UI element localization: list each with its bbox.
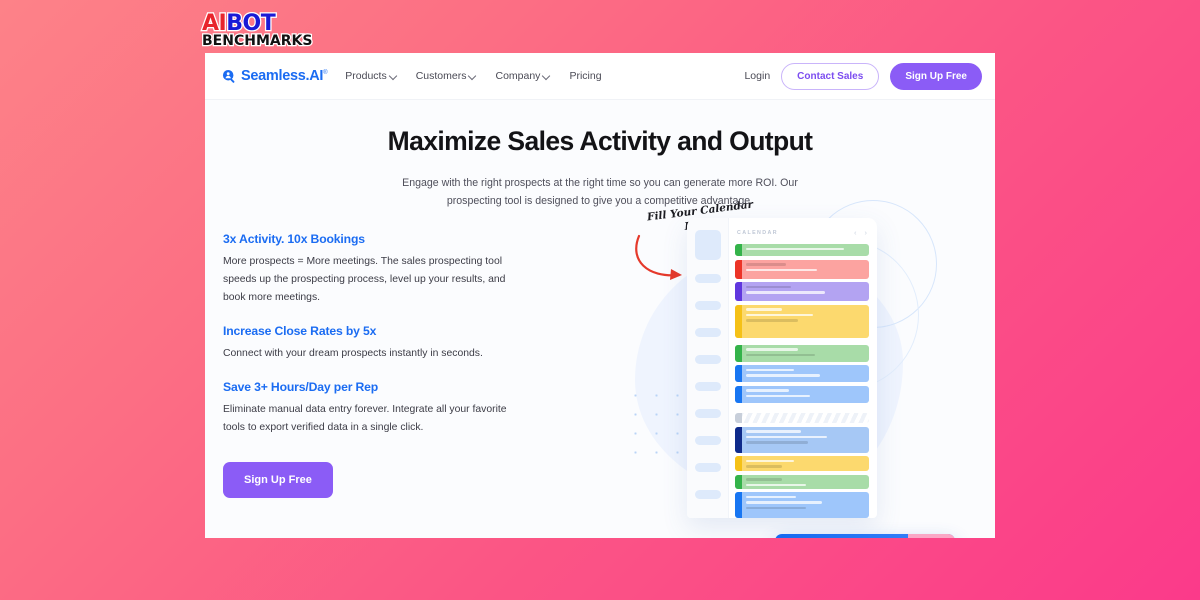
feature-item: Increase Close Rates by 5x Connect with … [223, 324, 535, 363]
event-body [742, 386, 869, 403]
feature-list: 3x Activity. 10x Bookings More prospects… [205, 232, 535, 498]
registered-mark: ® [323, 70, 328, 77]
calendar-event[interactable] [735, 426, 869, 453]
event-color-bar [735, 385, 742, 403]
feature-heading: Increase Close Rates by 5x [223, 324, 377, 339]
calendar-event[interactable] [735, 474, 869, 489]
event-body [742, 345, 869, 362]
site-navbar: Seamless.AI® Products Customers Company … [205, 53, 995, 100]
event-color-bar [735, 412, 742, 423]
feature-heading: 3x Activity. 10x Bookings [223, 232, 365, 247]
event-color-bar [735, 456, 742, 472]
rail-placeholder [694, 230, 721, 261]
event-body [742, 475, 869, 489]
calendar-event-placeholder[interactable] [735, 412, 869, 423]
contact-sales-button[interactable]: Contact Sales [781, 62, 880, 90]
watermark-benchmarks-text: BENCHMARKS [201, 33, 314, 50]
calendar-main: CALENDAR ‹ › [729, 218, 877, 519]
webpage-panel: Seamless.AI® Products Customers Company … [205, 53, 995, 538]
calendar-illustration: Fill Your Calendar FAST! [623, 196, 995, 538]
event-color-bar [735, 244, 742, 257]
rail-placeholder [694, 463, 721, 473]
nav-item-products[interactable]: Products [345, 70, 395, 82]
event-color-bar [735, 492, 742, 519]
calendar-device: CALENDAR ‹ › [687, 218, 877, 519]
event-color-bar [735, 344, 742, 362]
event-body [742, 456, 869, 471]
chevron-left-icon[interactable]: ‹ [854, 228, 857, 237]
aibot-benchmarks-watermark: AIBOT BENCHMARKS [201, 11, 314, 50]
feature-body: Connect with your dream prospects instan… [223, 348, 483, 360]
event-color-bar [735, 282, 742, 302]
calendar-header: CALENDAR ‹ › [735, 226, 869, 237]
watermark-row-top: AIBOT [201, 11, 312, 36]
event-color-bar [735, 304, 742, 338]
event-body [742, 365, 869, 382]
nav-actions: Login Contact Sales Sign Up Free [744, 62, 982, 90]
magnifier-person-icon [222, 69, 237, 84]
feature-item: Save 3+ Hours/Day per Rep Eliminate manu… [223, 380, 535, 437]
signup-free-nav-button[interactable]: Sign Up Free [890, 62, 982, 90]
calendar-event[interactable] [735, 456, 869, 472]
hero-section: Maximize Sales Activity and Output Engag… [205, 100, 995, 210]
event-color-bar [735, 426, 742, 453]
event-color-bar [735, 474, 742, 489]
calendar-event[interactable] [735, 259, 869, 279]
brand-name: Seamless.AI® [241, 68, 328, 84]
login-link[interactable]: Login [744, 70, 770, 82]
meeting-popup-card[interactable]: 1:00 pm | 45 min Meeting with Pulse Bot … [775, 534, 955, 538]
event-body [742, 413, 869, 423]
calendar-event[interactable] [735, 304, 869, 338]
event-body [742, 492, 869, 518]
rail-placeholder [694, 328, 721, 338]
calendar-sidebar-rail [687, 218, 729, 519]
page-title: Maximize Sales Activity and Output [387, 126, 813, 156]
avatar [908, 534, 955, 538]
hero-subtitle: Engage with the right prospects at the r… [402, 176, 798, 207]
calendar-event[interactable] [735, 492, 869, 519]
nav-item-company[interactable]: Company [495, 70, 549, 82]
seamless-ai-logo[interactable]: Seamless.AI® [222, 68, 328, 84]
event-body [742, 305, 869, 338]
rail-placeholder [694, 355, 721, 365]
primary-nav: Products Customers Company Pricing [345, 70, 601, 82]
calendar-event[interactable] [735, 244, 869, 257]
calendar-event[interactable] [735, 344, 869, 362]
rail-placeholder [694, 301, 721, 311]
chevron-down-icon [543, 73, 549, 79]
rail-placeholder [694, 409, 721, 419]
rail-placeholder [694, 490, 721, 500]
chevron-down-icon [469, 73, 475, 79]
feature-item: 3x Activity. 10x Bookings More prospects… [223, 232, 535, 307]
content-area: 3x Activity. 10x Bookings More prospects… [205, 199, 995, 538]
event-color-bar [735, 259, 742, 279]
signup-free-cta-button[interactable]: Sign Up Free [223, 461, 333, 498]
event-color-bar [735, 365, 742, 383]
chevron-down-icon [390, 73, 396, 79]
nav-item-customers[interactable]: Customers [416, 70, 476, 82]
calendar-event[interactable] [735, 365, 869, 383]
event-body [742, 244, 869, 256]
nav-item-pricing-label: Pricing [569, 70, 602, 82]
chevron-right-icon[interactable]: › [865, 228, 868, 237]
nav-item-pricing[interactable]: Pricing [569, 70, 601, 82]
nav-item-company-label: Company [495, 70, 541, 82]
event-body [742, 260, 869, 279]
calendar-title: CALENDAR [737, 229, 778, 236]
feature-heading: Save 3+ Hours/Day per Rep [223, 379, 379, 394]
calendar-event[interactable] [735, 282, 869, 302]
event-body [742, 427, 869, 453]
rail-placeholder [694, 382, 721, 392]
rail-placeholder [694, 436, 721, 446]
event-body [742, 282, 869, 301]
calendar-event[interactable] [735, 385, 869, 403]
feature-body: More prospects = More meetings. The sale… [223, 256, 506, 304]
meeting-card-body: 1:00 pm | 45 min Meeting with Pulse Bot … [775, 534, 908, 538]
nav-item-products-label: Products [345, 70, 387, 82]
calendar-nav: ‹ › [854, 228, 867, 237]
rail-placeholder [694, 274, 721, 284]
feature-body: Eliminate manual data entry forever. Int… [223, 403, 507, 433]
nav-item-customers-label: Customers [415, 70, 467, 82]
